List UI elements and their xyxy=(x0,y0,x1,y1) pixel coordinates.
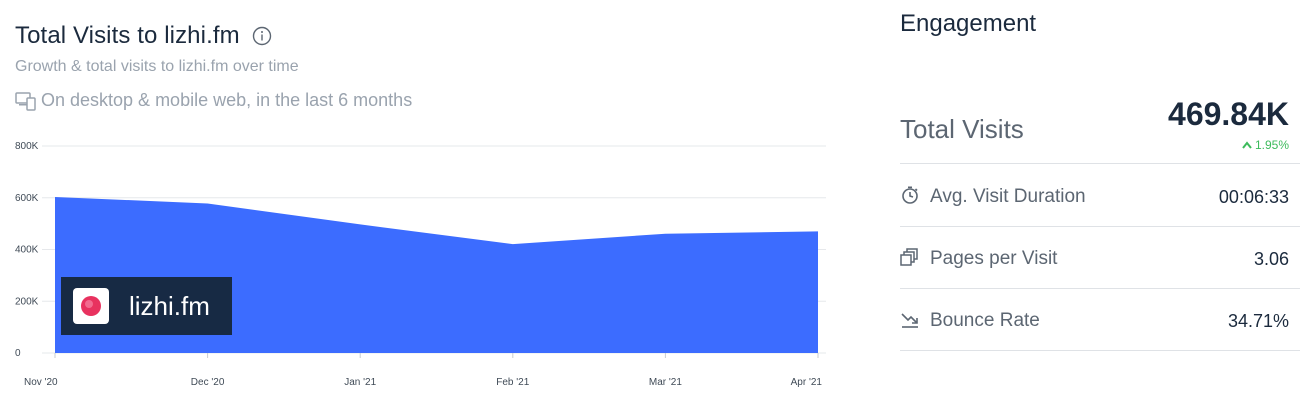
metric-row-bounce: Bounce Rate 34.71% xyxy=(900,289,1300,351)
total-visits-value: 469.84K xyxy=(1168,96,1289,132)
metric-value: 00:06:33 xyxy=(1218,187,1289,207)
x-tick-label: Feb '21 xyxy=(496,377,529,388)
metric-row-pages: Pages per Visit 3.06 xyxy=(900,227,1300,289)
devices-icon xyxy=(15,91,37,111)
x-tick-label: Dec '20 xyxy=(191,377,225,388)
info-icon[interactable] xyxy=(252,26,272,46)
device-filter-text: On desktop & mobile web, in the last 6 m… xyxy=(41,90,413,110)
pages-icon xyxy=(900,247,920,267)
x-tick-label: Mar '21 xyxy=(649,377,682,388)
x-tick-label: Jan '21 xyxy=(344,377,376,388)
total-visits-panel: Total Visits to lizhi.fm Growth & total … xyxy=(0,0,860,409)
metric-label: Bounce Rate xyxy=(930,310,1040,331)
total-visits-change: 1.95% xyxy=(1242,138,1289,152)
total-visits-row: Total Visits 469.84K 1.95% xyxy=(900,92,1300,164)
panel-title: Total Visits to lizhi.fm xyxy=(15,22,240,49)
metric-row-duration: Avg. Visit Duration 00:06:33 xyxy=(900,165,1300,227)
metric-value: 34.71% xyxy=(1227,311,1289,331)
site-badge: lizhi.fm xyxy=(61,277,232,335)
y-tick-label: 600K xyxy=(15,193,39,204)
change-value: 1.95% xyxy=(1254,138,1289,152)
y-tick-label: 800K xyxy=(15,141,39,152)
x-tick-label: Apr '21 xyxy=(791,377,823,388)
y-tick-label: 0 xyxy=(15,348,21,359)
engagement-panel: Engagement Total Visits 469.84K 1.95% Av… xyxy=(900,0,1300,409)
total-visits-label: Total Visits xyxy=(900,114,1024,144)
metric-label: Avg. Visit Duration xyxy=(930,186,1086,207)
device-filter-row: On desktop & mobile web, in the last 6 m… xyxy=(15,90,412,111)
title-row: Total Visits to lizhi.fm xyxy=(15,22,272,50)
panel-subtitle: Growth & total visits to lizhi.fm over t… xyxy=(15,58,299,75)
visits-area-chart: 800K 600K 400K 200K 0 Nov '20 Dec '20 Jan '21 Fe… xyxy=(15,141,826,388)
metric-label: Pages per Visit xyxy=(930,248,1058,269)
metric-value: 3.06 xyxy=(1253,249,1289,269)
engagement-title: Engagement xyxy=(900,10,1037,37)
site-name: lizhi.fm xyxy=(129,290,210,321)
lizhi-logo-icon xyxy=(73,288,109,324)
y-tick-label: 200K xyxy=(15,296,39,307)
y-tick-label: 400K xyxy=(15,245,39,256)
bounce-icon xyxy=(900,309,920,329)
x-tick-label: Nov '20 xyxy=(24,377,58,388)
arrow-up-icon xyxy=(1242,141,1252,149)
clock-icon xyxy=(900,185,920,205)
